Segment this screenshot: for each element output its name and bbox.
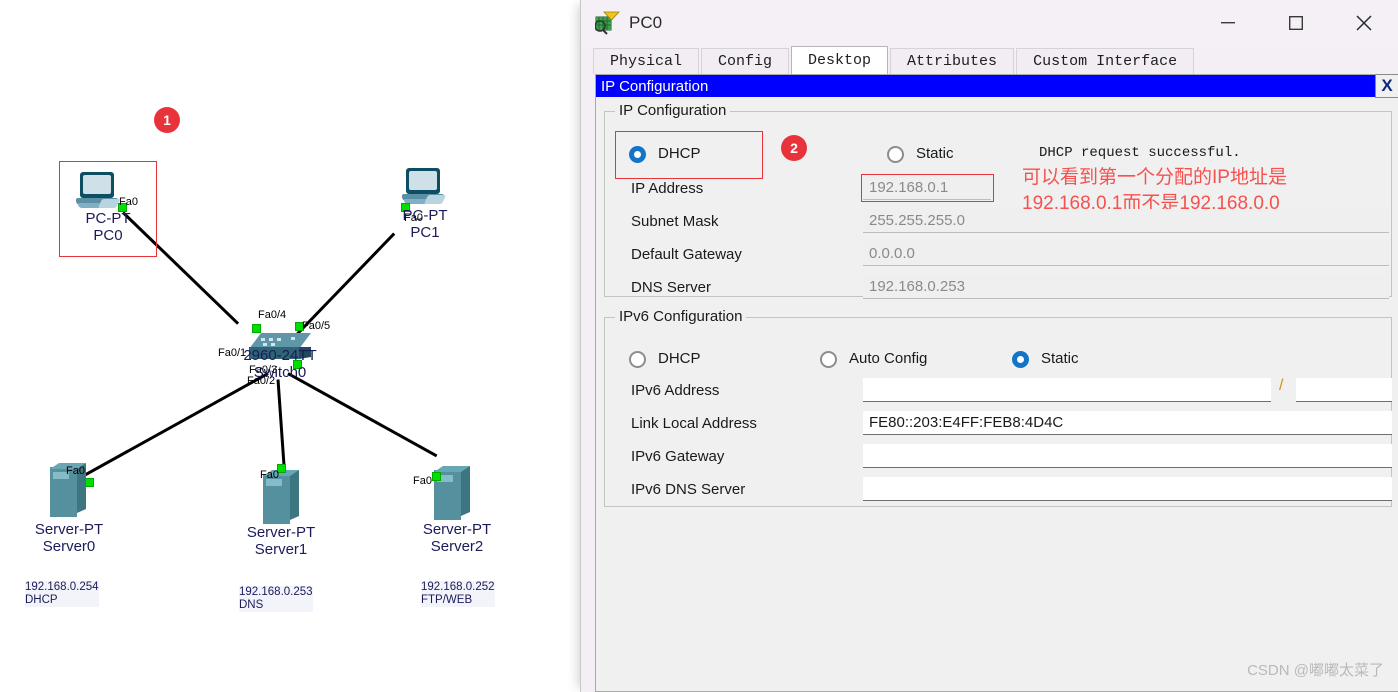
ipv6-prefix-field[interactable] [1296,378,1392,402]
default-gateway-label: Default Gateway [631,246,742,263]
maximize-button[interactable] [1262,0,1330,46]
server1-role: DNS [239,599,264,611]
window-title: PC0 [629,13,663,32]
subnet-mask-label: Subnet Mask [631,213,719,230]
ipv4-static-radio[interactable] [887,146,904,163]
ip-address-label: IP Address [631,180,704,197]
server1-model: Server-PT [246,524,316,541]
link-switch-server0[interactable] [66,372,269,487]
server1-ip: 192.168.0.253 [239,586,313,598]
server0-name: Server0 [42,538,96,555]
switch0-port-fa04-label: Fa0/4 [258,309,287,321]
ipv6-gateway-label: IPv6 Gateway [631,448,725,465]
tab-bar[interactable]: Physical Config Desktop Attributes Custo… [581,46,1398,74]
server2-ip: 192.168.0.252 [421,581,495,593]
pc0-port-label: Fa0 [119,196,138,208]
minimize-icon [1221,22,1235,24]
server1-name: Server1 [254,541,308,558]
ipv6-address-field[interactable] [863,378,1271,402]
pc1-model: PC-PT [402,207,448,224]
pc0-window: PC0 Physical Config Desktop Attributes C… [580,0,1398,692]
switch0-label: 2960-24TT Switch0 [230,347,330,381]
ipv6-gateway-field[interactable] [863,444,1392,468]
server0-model: Server-PT [34,521,104,538]
tab-physical[interactable]: Physical [593,48,700,74]
close-icon [1356,15,1372,31]
ipv4-group-legend: IP Configuration [615,102,731,119]
server1-ip-note: 192.168.0.253 DNS [239,586,313,612]
ip-configuration-close-button[interactable]: X [1375,74,1398,98]
pc0-icon[interactable] [74,172,121,212]
pc0-label: PC-PT PC0 [58,210,158,244]
ip-configuration-title: IP Configuration [601,77,709,95]
ipv4-dhcp-label[interactable]: DHCP [658,145,701,162]
watermark: CSDN @嘟嘟太菜了 [1247,662,1384,679]
server2-ip-note: 192.168.0.252 FTP/WEB [421,581,495,607]
annotation-badge-2: 2 [781,135,807,161]
annotation-line-1: 可以看到第一个分配的IP地址是 [1022,167,1287,188]
pc0-model: PC-PT [85,210,131,227]
server0-port-led [85,478,94,487]
server0-ip: 192.168.0.254 [25,581,99,593]
ipv6-auto-config-label[interactable]: Auto Config [849,350,927,367]
ipv6-auto-config-radio[interactable] [820,351,837,368]
pc1-label: PC-PT PC1 [375,207,475,241]
ipv4-dhcp-radio[interactable] [629,146,646,163]
dns-server-field[interactable]: 192.168.0.253 [863,275,1389,299]
tab-config[interactable]: Config [701,48,790,74]
ipv6-dns-server-label: IPv6 DNS Server [631,481,746,498]
desktop-client-area: IP Configuration X IP Configuration DHCP… [595,74,1398,692]
pc1-name: PC1 [410,224,440,241]
close-button[interactable] [1330,0,1398,46]
ipv4-static-label[interactable]: Static [916,145,954,162]
server0-port-label: Fa0 [66,465,85,477]
subnet-mask-field[interactable]: 255.255.255.0 [863,209,1389,233]
packet-tracer-pc-icon [594,11,621,35]
dhcp-status-message: DHCP request successful. [1039,145,1241,161]
link-switch-server1[interactable] [276,379,287,475]
topology-canvas[interactable]: 1 Fa0 PC-PT PC0 Fa0 PC-PT PC1 Fa0/4 Fa0/… [0,0,580,692]
ipv6-group-legend: IPv6 Configuration [615,308,747,325]
switch0-port-fa05-label: Fa0/5 [302,320,331,332]
server2-name: Server2 [430,538,484,555]
window-titlebar[interactable]: PC0 [581,0,1398,46]
ipv6-static-radio[interactable] [1012,351,1029,368]
dns-server-label: DNS Server [631,279,712,296]
server2-port-led [432,472,441,481]
server2-role: FTP/WEB [421,594,473,606]
server0-ip-note: 192.168.0.254 DHCP [25,581,99,607]
server0-role: DHCP [25,594,58,606]
ipv6-dhcp-radio[interactable] [629,351,646,368]
server1-port-label: Fa0 [260,469,279,481]
minimize-button[interactable] [1194,0,1262,46]
server2-label: Server-PT Server2 [405,521,509,555]
maximize-icon [1289,16,1303,30]
annotation-badge-1: 1 [154,107,180,133]
server1-label: Server-PT Server1 [229,524,333,558]
pc1-icon[interactable] [400,168,447,208]
switch0-name: Switch0 [253,364,307,381]
server2-model: Server-PT [422,521,492,538]
ipv6-dns-server-field[interactable] [863,477,1392,501]
ip-address-field[interactable]: 192.168.0.1 [863,176,991,200]
pc0-name: PC0 [93,227,123,244]
switch0-port-fa04-led [252,324,261,333]
tab-custom-interface[interactable]: Custom Interface [1016,48,1195,74]
switch0-model: 2960-24TT [243,347,317,364]
link-local-address-field[interactable]: FE80::203:E4FF:FEB8:4D4C [863,411,1392,435]
ip-configuration-titlebar[interactable]: IP Configuration X [596,74,1398,98]
tab-desktop[interactable]: Desktop [791,46,889,74]
ipv6-dhcp-label[interactable]: DHCP [658,350,701,367]
server2-port-label: Fa0 [413,475,432,487]
default-gateway-field[interactable]: 0.0.0.0 [863,242,1389,266]
tab-attributes[interactable]: Attributes [890,48,1015,74]
ipv6-prefix-separator: / [1279,377,1284,394]
link-switch-server2[interactable] [287,372,438,458]
screen: 1 Fa0 PC-PT PC0 Fa0 PC-PT PC1 Fa0/4 Fa0/… [0,0,1398,692]
server0-label: Server-PT Server0 [17,521,121,555]
link-local-address-label: Link Local Address [631,415,757,432]
ipv6-static-label[interactable]: Static [1041,350,1079,367]
ipv6-address-label: IPv6 Address [631,382,720,399]
